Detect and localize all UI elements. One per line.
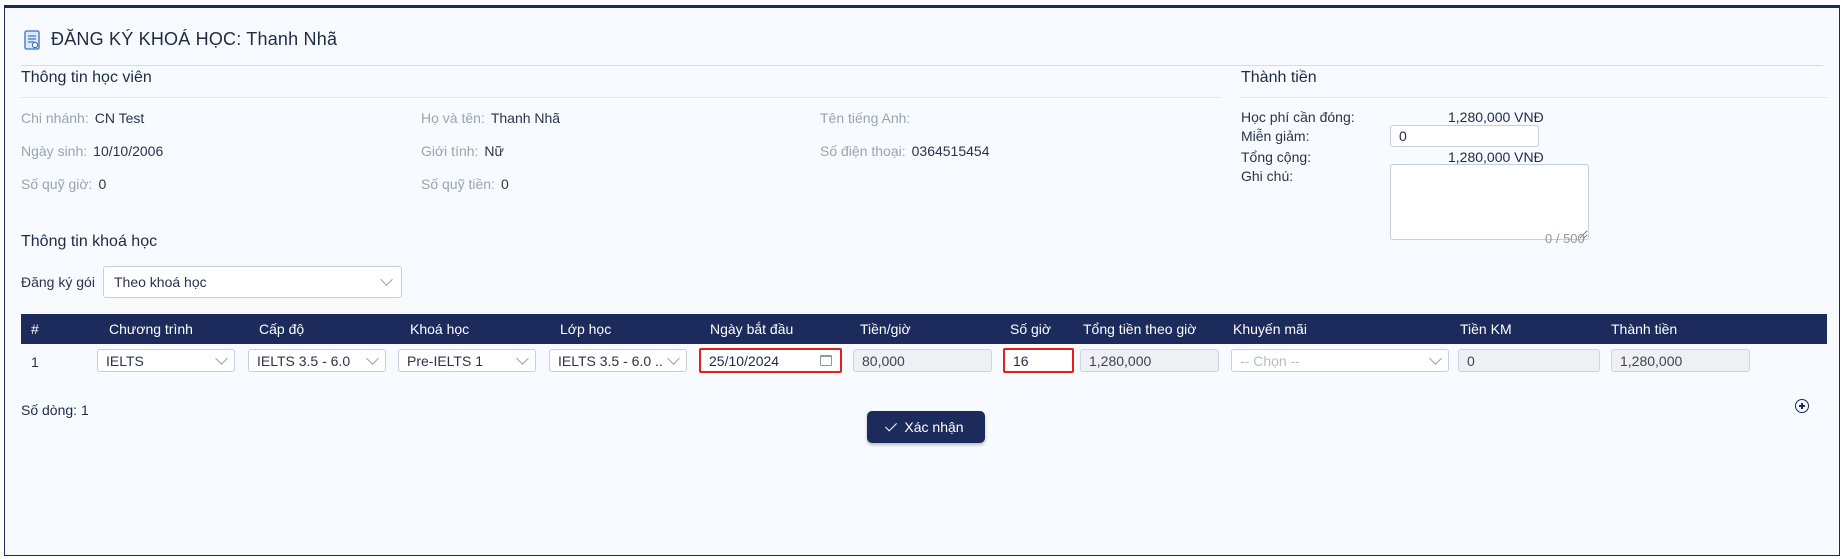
col-promotion: Khuyến mãi — [1233, 321, 1307, 337]
level-select[interactable]: IELTS 3.5 - 6.0 — [248, 349, 386, 372]
field-hour-fund: Số quỹ giờ: 0 — [21, 176, 107, 192]
total-label: Tổng cộng: — [1241, 149, 1312, 165]
field-branch: Chi nhánh: CN Test — [21, 110, 145, 126]
col-course: Khoá học — [410, 321, 470, 337]
confirm-button[interactable]: Xác nhận — [867, 411, 985, 443]
chevron-down-icon — [516, 351, 529, 365]
col-index: # — [31, 321, 39, 337]
col-hours: Số giờ — [1010, 321, 1052, 337]
col-program: Chương trình — [109, 321, 193, 337]
course-section-title: Thông tin khoá học — [21, 233, 158, 250]
total-value: 1,280,000 VNĐ — [1448, 149, 1544, 165]
price-per-hour-field: 80,000 — [853, 349, 992, 372]
note-label: Ghi chú: — [1241, 168, 1294, 184]
discount-label: Miễn giảm: — [1241, 128, 1310, 144]
add-row-icon[interactable] — [1795, 399, 1809, 413]
page-header: ĐĂNG KÝ KHOÁ HỌC: Thanh Nhã — [21, 26, 1823, 66]
amount-field: 1,280,000 — [1611, 349, 1750, 372]
calendar-icon — [820, 355, 832, 366]
promotion-amount-field: 0 — [1458, 349, 1600, 372]
col-class: Lớp học — [560, 321, 612, 337]
hours-input[interactable]: 16 — [1003, 348, 1074, 373]
registration-panel: ĐĂNG KÝ KHOÁ HỌC: Thanh Nhã Thông tin họ… — [4, 5, 1840, 556]
program-select[interactable]: IELTS — [97, 349, 235, 372]
chevron-down-icon — [366, 351, 379, 365]
field-birthday: Ngày sinh: 10/10/2006 — [21, 143, 164, 159]
row-count: Số dòng: 1 — [21, 402, 89, 418]
col-price-per-hour: Tiền/giờ — [860, 321, 911, 337]
col-start-date: Ngày bắt đầu — [710, 321, 794, 337]
student-divider — [21, 97, 1221, 98]
promotion-select[interactable]: -- Chọn -- — [1231, 349, 1449, 372]
chevron-down-icon — [1429, 351, 1442, 365]
field-phone: Số điện thoại: 0364515454 — [820, 143, 990, 159]
summary-section-title: Thành tiền — [1241, 69, 1317, 86]
package-select[interactable]: Theo khoá học — [103, 266, 402, 298]
field-english-name: Tên tiếng Anh: — [820, 110, 911, 126]
col-total-by-hours: Tổng tiền theo giờ — [1083, 321, 1197, 337]
course-table-header: # Chương trình Cấp độ Khoá học Lớp học N… — [21, 314, 1827, 344]
tuition-label: Học phí cần đóng: — [1241, 109, 1355, 125]
package-label: Đăng ký gói — [21, 274, 95, 290]
chevron-down-icon — [667, 351, 680, 365]
discount-input[interactable] — [1390, 125, 1539, 147]
chevron-down-icon — [215, 351, 228, 365]
confirm-button-label: Xác nhận — [904, 419, 964, 435]
field-full-name: Họ và tên: Thanh Nhã — [421, 110, 561, 126]
course-select[interactable]: Pre-IELTS 1 — [398, 349, 536, 372]
field-gender: Giới tính: Nữ — [421, 143, 504, 159]
page-title: ĐĂNG KÝ KHOÁ HỌC: Thanh Nhã — [51, 29, 338, 49]
class-select[interactable]: IELTS 3.5 - 6.0 ... — [549, 349, 687, 372]
row-index: 1 — [31, 354, 39, 370]
summary-divider — [1241, 97, 1827, 98]
start-date-input[interactable]: 25/10/2024 — [699, 348, 842, 373]
chevron-down-icon — [380, 273, 393, 286]
note-counter: 0 / 500 — [1545, 231, 1585, 246]
check-icon — [885, 418, 898, 432]
col-amount: Thành tiền — [1611, 321, 1678, 337]
total-by-hours-field: 1,280,000 — [1080, 349, 1219, 372]
col-promotion-amount: Tiền KM — [1460, 321, 1512, 337]
student-section-title: Thông tin học viên — [21, 69, 152, 86]
col-level: Cấp độ — [259, 321, 305, 337]
document-icon — [21, 29, 43, 51]
note-textarea[interactable] — [1390, 164, 1589, 240]
tuition-value: 1,280,000 VNĐ — [1448, 109, 1544, 125]
field-money-fund: Số quỹ tiền: 0 — [421, 176, 509, 192]
